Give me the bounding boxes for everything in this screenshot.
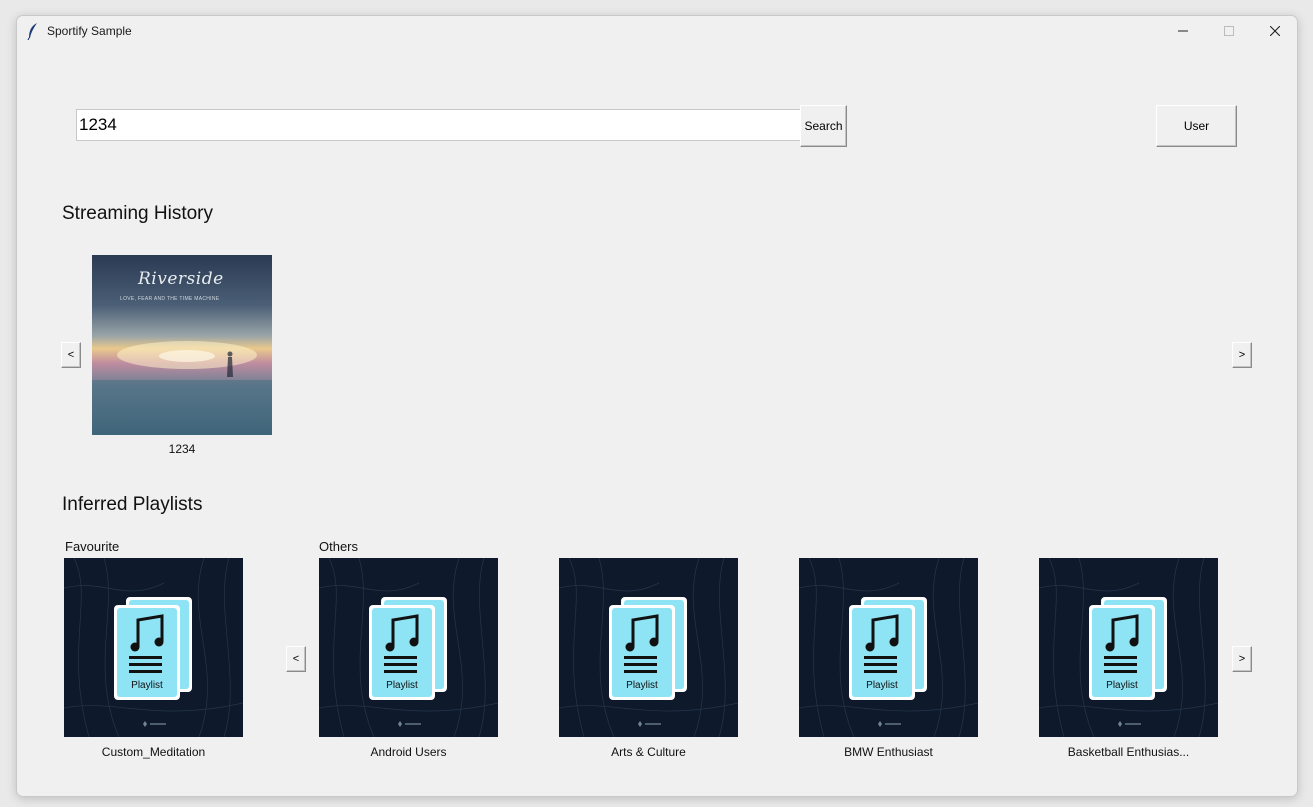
playlist-caption: Android Users (370, 745, 447, 759)
album-caption: 1234 (168, 442, 196, 456)
app-window: Sportify Sample Search User Streaming Hi… (16, 15, 1298, 797)
search-input[interactable] (76, 109, 800, 141)
close-icon (1270, 26, 1280, 36)
streaming-history-title: Streaming History (62, 203, 213, 224)
feather-icon (27, 23, 37, 40)
playlist-icon-label: Playlist (386, 680, 418, 691)
playlist-art: Playlist (64, 558, 243, 737)
playlist-art: Playlist (1039, 558, 1218, 737)
title-bar: Sportify Sample (17, 16, 1297, 46)
playlists-next-button[interactable]: > (1232, 646, 1252, 672)
close-button[interactable] (1252, 16, 1297, 46)
playlist-art: Playlist (799, 558, 978, 737)
playlists-prev-button[interactable]: < (286, 646, 306, 672)
history-next-button[interactable]: > (1232, 342, 1252, 368)
maximize-icon (1224, 26, 1234, 36)
inferred-playlists-title: Inferred Playlists (62, 494, 203, 515)
maximize-button[interactable] (1206, 16, 1252, 46)
minimize-icon (1178, 30, 1188, 32)
playlist-cover[interactable]: Playlist (559, 558, 738, 737)
others-label: Others (319, 539, 359, 554)
playlist-caption: BMW Enthusiast (844, 745, 933, 759)
playlist-caption-favourite: Custom_Meditation (101, 745, 206, 759)
playlist-cover[interactable]: Playlist (799, 558, 978, 737)
history-prev-button[interactable]: < (61, 342, 81, 368)
album-cover[interactable]: Riverside LOVE, FEAR AND THE TIME MACHIN… (92, 255, 272, 435)
search-button[interactable]: Search (800, 105, 847, 147)
playlist-icon-label: Playlist (131, 680, 163, 691)
playlist-caption: Basketball Enthusias... (1067, 745, 1190, 759)
album-band-name: Riverside (138, 269, 224, 289)
playlist-cover[interactable]: Playlist (1039, 558, 1218, 737)
favourite-label: Favourite (65, 539, 120, 554)
playlist-icon-label: Playlist (1106, 680, 1138, 691)
window-title: Sportify Sample (47, 24, 132, 38)
minimize-button[interactable] (1160, 16, 1206, 46)
playlist-cover-favourite[interactable]: Playlist (64, 558, 243, 737)
playlist-icon-label: Playlist (626, 680, 658, 691)
playlist-caption: Arts & Culture (611, 745, 686, 759)
playlist-art: Playlist (559, 558, 738, 737)
playlist-cover[interactable]: Playlist (319, 558, 498, 737)
playlist-icon-label: Playlist (866, 680, 898, 691)
album-subtitle: LOVE, FEAR AND THE TIME MACHINE (120, 296, 220, 302)
user-button[interactable]: User (1156, 105, 1237, 147)
playlist-art: Playlist (319, 558, 498, 737)
